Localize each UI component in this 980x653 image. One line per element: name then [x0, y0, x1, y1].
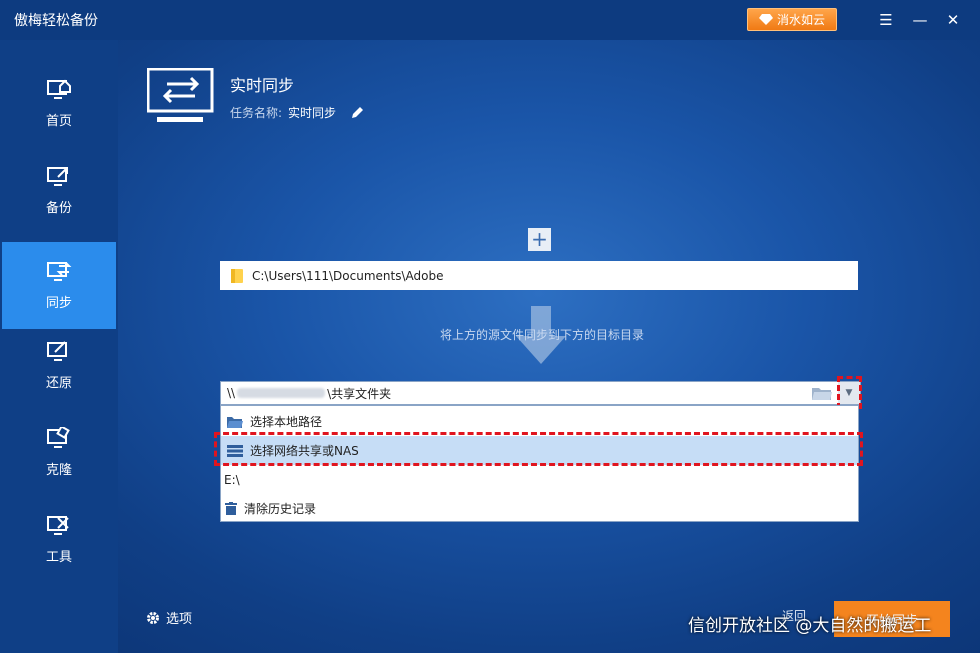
task-name-label: 任务名称:	[230, 106, 283, 120]
options-button[interactable]: 选项	[146, 608, 192, 627]
menu-item-clear-history[interactable]: 清除历史记录	[221, 494, 858, 523]
sidebar-item-label: 工具	[45, 550, 72, 565]
sidebar-item-label: 同步	[45, 296, 72, 311]
title-bar: 傲梅轻松备份 消水如云 ☰ — ✕	[0, 0, 980, 40]
trash-icon	[225, 502, 237, 515]
tools-icon	[47, 516, 69, 535]
menu-item-label: 选择本地路径	[250, 415, 323, 429]
source-path-field[interactable]: C:\Users\111\Documents\Adobe	[220, 261, 858, 290]
sidebar-item-restore[interactable]: 还原	[0, 322, 118, 409]
menu-item-label: 清除历史记录	[244, 502, 317, 516]
sidebar-item-sync[interactable]: 同步	[2, 242, 116, 329]
upgrade-label: 消水如云	[776, 13, 825, 27]
sync-hint-text: 将上方的源文件同步到下方的目标目录	[440, 328, 645, 342]
menu-item-highlight	[214, 432, 863, 466]
sidebar-item-label: 克隆	[45, 463, 72, 478]
close-icon[interactable]: ✕	[940, 8, 966, 32]
sync-icon	[47, 262, 72, 281]
source-path-text: C:\Users\111\Documents\Adobe	[252, 268, 444, 283]
backup-icon	[47, 167, 68, 186]
task-name-value: 实时同步	[288, 106, 337, 120]
folder-icon	[231, 268, 243, 283]
clone-icon	[47, 427, 70, 448]
sidebar-item-label: 首页	[45, 114, 72, 129]
destination-suffix: \共享文件夹	[327, 386, 392, 401]
home-icon	[47, 79, 71, 99]
task-name-row: 任务名称: 实时同步	[230, 104, 364, 121]
app-title: 傲梅轻松备份	[14, 13, 98, 29]
sidebar-item-tools[interactable]: 工具	[0, 496, 118, 583]
watermark-text: 信创开放社区 @大自然的搬运工	[688, 616, 932, 636]
menu-item-history-path[interactable]: E:\	[221, 465, 858, 494]
folder-open-icon	[227, 416, 243, 428]
add-source-button[interactable]: +	[528, 228, 551, 251]
menu-item-label: E:\	[224, 472, 240, 487]
sidebar: 首页 备份 同步 还原 克隆 工具	[0, 40, 118, 653]
sidebar-item-clone[interactable]: 克隆	[0, 409, 118, 496]
upgrade-button[interactable]: 消水如云	[747, 8, 837, 31]
sidebar-item-label: 备份	[45, 201, 72, 216]
folder-open-icon[interactable]	[811, 385, 833, 401]
options-label: 选项	[166, 612, 193, 627]
sidebar-item-home[interactable]: 首页	[0, 60, 118, 147]
edit-icon[interactable]	[350, 106, 364, 120]
destination-prefix: \\	[227, 386, 236, 400]
page-title: 实时同步	[230, 76, 295, 95]
menu-icon[interactable]: ☰	[873, 8, 899, 32]
sync-monitor-icon	[147, 68, 214, 122]
destination-path-field[interactable]: \\ \共享文件夹 ▼	[220, 381, 861, 405]
sidebar-item-backup[interactable]: 备份	[0, 147, 118, 234]
minimize-icon[interactable]: —	[907, 8, 933, 32]
gear-icon	[147, 611, 159, 624]
redacted-host	[237, 388, 326, 398]
diamond-icon	[758, 14, 773, 25]
restore-icon	[47, 341, 67, 361]
app-window: 傲梅轻松备份 消水如云 ☰ — ✕ 首页 备份 同步 还原 克隆 工具 实时同步…	[0, 0, 980, 653]
sidebar-item-label: 还原	[45, 376, 72, 391]
